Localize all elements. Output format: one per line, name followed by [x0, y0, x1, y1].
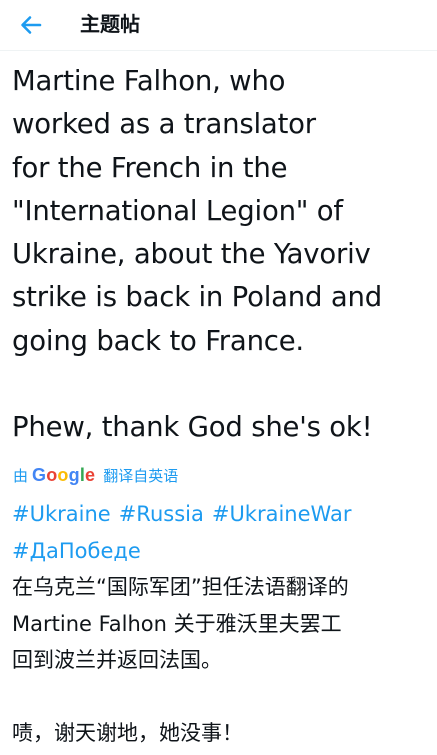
arrow-left-icon [21, 16, 42, 34]
hashtag-row: #ДаПобеде [12, 533, 432, 570]
tweet-line: for the French in the [12, 151, 288, 184]
tweet-line: Ukraine, about the Yavoriv [12, 238, 371, 271]
tweet-line: Martine Falhon, who [12, 65, 286, 97]
translated-line: 啧，谢天谢地，她没事！ [12, 721, 243, 745]
hashtag-link[interactable]: #UkraineWar [212, 502, 352, 526]
translation-attribution: 由 Google 翻译自英语 [13, 464, 178, 486]
translated-line: Martine Falhon 关于雅沃里夫罢工 [12, 611, 342, 636]
translate-source-link[interactable]: 翻译自英语 [103, 465, 178, 486]
back-button[interactable] [14, 10, 48, 40]
tweet-line: strike is back in Poland and [12, 281, 382, 314]
page-title: 主题帖 [80, 12, 140, 36]
translated-by-label: 由 [13, 466, 29, 485]
tweet-line: going back to France. [12, 324, 304, 357]
tweet-line: worked as a translator [12, 108, 316, 141]
hashtag-link[interactable]: #Russia [119, 502, 204, 526]
hashtag-link[interactable]: #Ukraine [12, 502, 111, 526]
translated-line: 在乌克兰“国际军团”担任法语翻译的 [12, 575, 349, 599]
tweet-text: Martine Falhon, who worked as a translat… [12, 60, 430, 450]
translated-line: 回到波兰并返回法国。 [12, 648, 222, 672]
tweet-line: Phew, thank God she's ok! [12, 411, 373, 444]
translated-text: #Ukraine #Russia #UkraineWar #ДаПобеде 在乌克… [12, 496, 432, 752]
hashtag-row: #Ukraine #Russia #UkraineWar [12, 496, 432, 533]
hashtag-link[interactable]: #ДаПобеде [12, 539, 141, 563]
google-logo: Google [32, 464, 96, 485]
top-bar: 主题帖 [0, 0, 437, 51]
tweet-line: "International Legion" of [12, 194, 343, 227]
